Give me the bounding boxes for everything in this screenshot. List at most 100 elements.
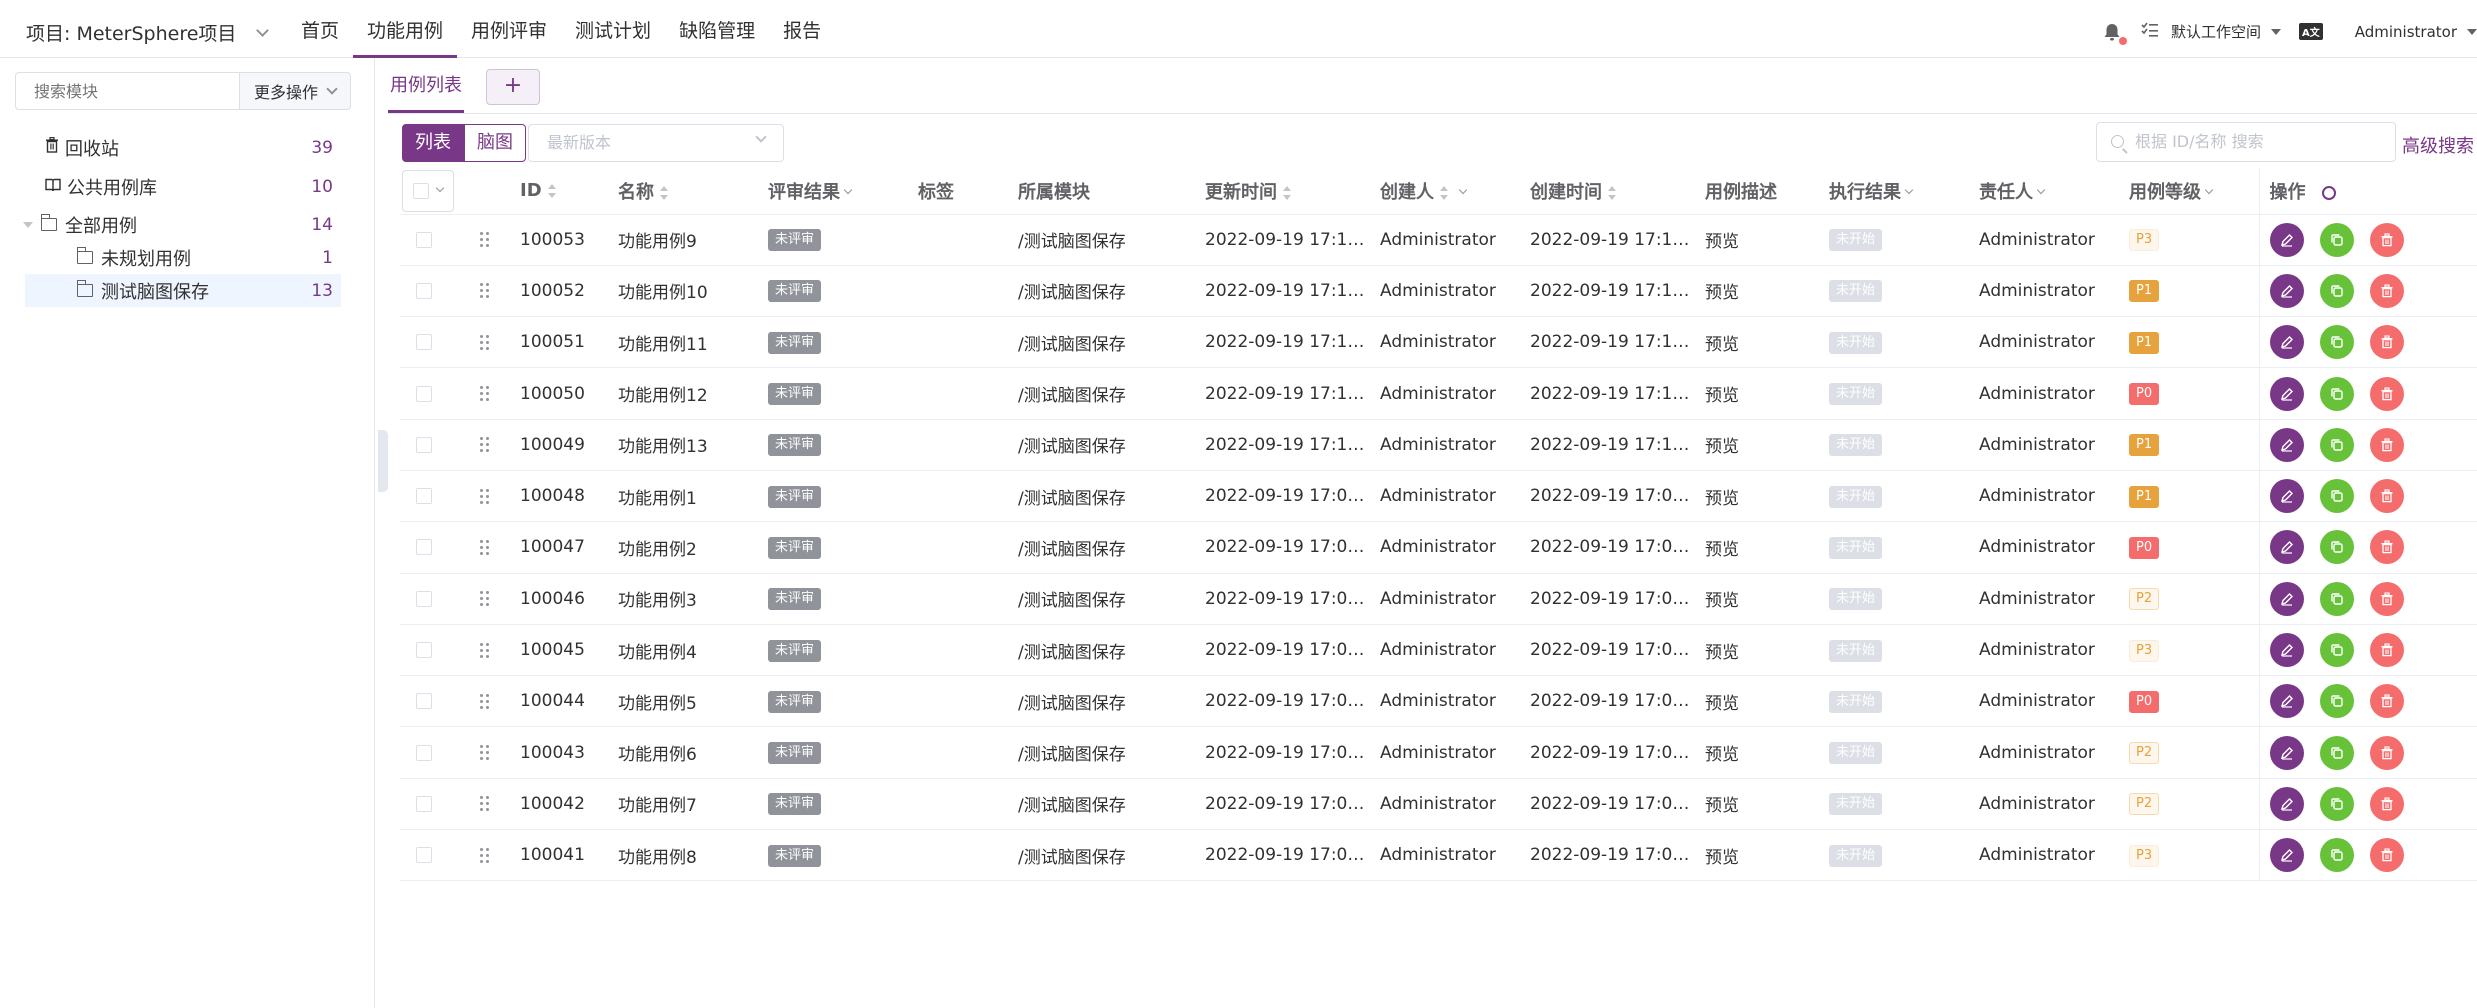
version-select[interactable]: 最新版本	[528, 124, 784, 162]
language-icon[interactable]: A文	[2298, 23, 2323, 40]
select-all-header[interactable]	[400, 168, 466, 215]
copy-button[interactable]	[2319, 222, 2354, 257]
filter-icon[interactable]	[2036, 186, 2046, 195]
drag-handle[interactable]	[466, 573, 510, 625]
copy-button[interactable]	[2319, 325, 2354, 360]
copy-button[interactable]	[2319, 273, 2354, 308]
copy-button[interactable]	[2319, 427, 2354, 462]
tree-item-recycle-bin[interactable]: 回收站 39	[25, 131, 341, 164]
delete-button[interactable]	[2370, 530, 2405, 565]
bell-icon[interactable]	[2101, 21, 2127, 45]
row-checkbox[interactable]	[416, 539, 432, 556]
edit-button[interactable]	[2269, 530, 2304, 565]
edit-button[interactable]	[2269, 735, 2304, 770]
row-checkbox[interactable]	[416, 847, 432, 864]
preview-link[interactable]: 预览	[1695, 367, 1819, 420]
table-row[interactable]: 100048 功能用例1 未评审 /测试脑图保存 2022-09-19 17:0…	[400, 470, 2477, 523]
drag-handle[interactable]	[466, 214, 510, 266]
col-owner[interactable]: 责任人	[1969, 168, 2119, 215]
add-tab-button[interactable]: +	[486, 69, 540, 105]
delete-button[interactable]	[2370, 735, 2405, 770]
preview-link[interactable]: 预览	[1695, 778, 1819, 831]
edit-button[interactable]	[2269, 633, 2304, 668]
drag-handle[interactable]	[466, 521, 510, 574]
col-id[interactable]: ID	[510, 168, 608, 215]
sort-icon[interactable]	[547, 184, 556, 199]
row-checkbox[interactable]	[416, 334, 432, 351]
case-search-input[interactable]: 根据 ID/名称 搜索	[2096, 122, 2396, 162]
nav-home[interactable]: 首页	[287, 5, 353, 58]
row-checkbox-cell[interactable]	[400, 726, 466, 779]
drag-handle[interactable]	[466, 829, 510, 882]
preview-link[interactable]: 预览	[1695, 624, 1819, 677]
edit-button[interactable]	[2269, 325, 2304, 360]
row-checkbox[interactable]	[416, 795, 432, 812]
checkbox[interactable]	[413, 182, 429, 199]
preview-link[interactable]: 预览	[1695, 470, 1819, 523]
drag-handle[interactable]	[466, 624, 510, 677]
copy-button[interactable]	[2319, 581, 2354, 616]
sort-icon[interactable]	[1608, 185, 1616, 200]
table-row[interactable]: 100042 功能用例7 未评审 /测试脑图保存 2022-09-19 17:0…	[400, 778, 2477, 831]
row-checkbox-cell[interactable]	[400, 624, 466, 677]
gear-icon[interactable]	[2321, 185, 2336, 200]
nav-functional-cases[interactable]: 功能用例	[353, 5, 458, 58]
table-row[interactable]: 100044 功能用例5 未评审 /测试脑图保存 2022-09-19 17:0…	[400, 675, 2477, 728]
case-name[interactable]: 功能用例6	[608, 726, 758, 779]
delete-button[interactable]	[2370, 427, 2405, 462]
row-checkbox-cell[interactable]	[400, 265, 466, 318]
tree-item-all-cases[interactable]: 全部用例 14	[23, 208, 341, 241]
workspace-selector[interactable]: 默认工作空间	[2171, 21, 2281, 42]
copy-button[interactable]	[2319, 376, 2354, 411]
col-created-time[interactable]: 创建时间	[1520, 168, 1695, 215]
drag-handle[interactable]	[466, 316, 510, 369]
copy-button[interactable]	[2319, 735, 2354, 770]
case-name[interactable]: 功能用例5	[608, 675, 758, 728]
sort-icon[interactable]	[660, 185, 668, 200]
preview-link[interactable]: 预览	[1695, 675, 1819, 728]
delete-button[interactable]	[2370, 222, 2405, 257]
row-checkbox[interactable]	[416, 744, 432, 761]
case-name[interactable]: 功能用例2	[608, 521, 758, 574]
col-name[interactable]: 名称	[608, 168, 758, 215]
table-row[interactable]: 100051 功能用例11 未评审 /测试脑图保存 2022-09-19 17:…	[400, 316, 2477, 369]
row-checkbox-cell[interactable]	[400, 214, 466, 266]
preview-link[interactable]: 预览	[1695, 419, 1819, 471]
filter-icon[interactable]	[843, 186, 853, 195]
preview-link[interactable]: 预览	[1695, 726, 1819, 779]
delete-button[interactable]	[2370, 581, 2405, 616]
table-row[interactable]: 100053 功能用例9 未评审 /测试脑图保存 2022-09-19 17:1…	[400, 214, 2477, 266]
copy-button[interactable]	[2319, 479, 2354, 514]
preview-link[interactable]: 预览	[1695, 573, 1819, 625]
delete-button[interactable]	[2370, 376, 2405, 411]
sort-icon[interactable]	[1283, 185, 1291, 200]
case-name[interactable]: 功能用例7	[608, 778, 758, 831]
row-checkbox[interactable]	[416, 693, 432, 710]
preview-link[interactable]: 预览	[1695, 214, 1819, 266]
drag-handle[interactable]	[466, 470, 510, 523]
case-name[interactable]: 功能用例13	[608, 419, 758, 471]
row-checkbox[interactable]	[416, 488, 432, 505]
row-checkbox[interactable]	[416, 385, 432, 402]
row-checkbox-cell[interactable]	[400, 521, 466, 574]
row-checkbox-cell[interactable]	[400, 675, 466, 728]
tree-item-mindmap-save[interactable]: 测试脑图保存 13	[25, 274, 341, 307]
delete-button[interactable]	[2370, 786, 2405, 821]
user-menu[interactable]: Administrator	[2355, 23, 2477, 41]
row-checkbox-cell[interactable]	[400, 419, 466, 471]
table-row[interactable]: 100046 功能用例3 未评审 /测试脑图保存 2022-09-19 17:0…	[400, 573, 2477, 625]
case-name[interactable]: 功能用例1	[608, 470, 758, 523]
edit-button[interactable]	[2269, 838, 2304, 873]
module-search-input[interactable]	[15, 72, 239, 110]
sidebar-collapse-handle[interactable]	[378, 430, 388, 492]
project-selector[interactable]: 项目: MeterSphere项目	[26, 19, 270, 46]
edit-button[interactable]	[2269, 427, 2304, 462]
preview-link[interactable]: 预览	[1695, 316, 1819, 369]
more-actions-button[interactable]: 更多操作	[239, 72, 351, 110]
col-level[interactable]: 用例等级	[2119, 168, 2259, 215]
delete-button[interactable]	[2370, 325, 2405, 360]
filter-icon[interactable]	[1904, 186, 1914, 195]
expand-caret-icon[interactable]	[23, 221, 33, 228]
col-review-result[interactable]: 评审结果	[758, 168, 908, 215]
row-checkbox[interactable]	[416, 642, 432, 659]
